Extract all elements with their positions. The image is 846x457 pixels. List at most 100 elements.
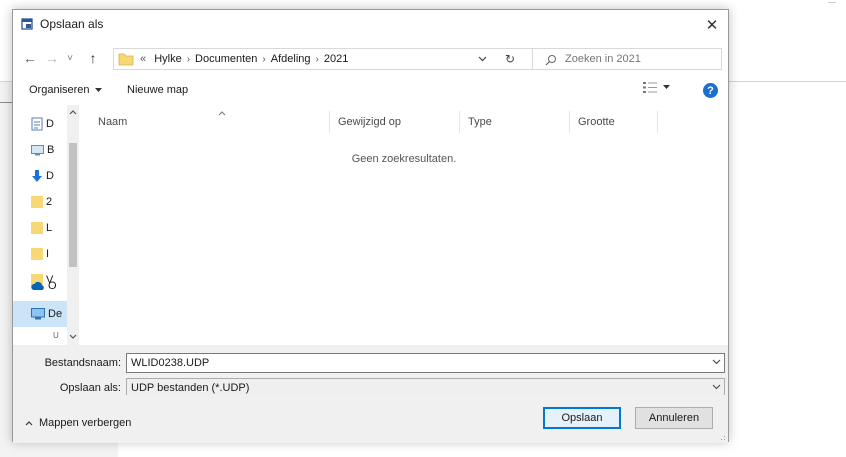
column-header-name[interactable]: Naam [90, 111, 330, 133]
recent-locations-button[interactable]: ˅ [63, 48, 77, 68]
navigation-scrollbar[interactable] [67, 105, 79, 345]
column-label: Grootte [578, 116, 615, 128]
folder-icon [118, 53, 134, 66]
save-button-label: Opslaan [561, 412, 603, 424]
caret-down-icon [94, 87, 102, 92]
nav-item-folder[interactable]: I [13, 241, 67, 267]
command-bar: Organiseren Nieuwe map ? [13, 77, 728, 105]
new-folder-label: Nieuwe map [127, 84, 189, 96]
back-button[interactable]: ← [21, 48, 39, 68]
nav-item-documents[interactable]: D [13, 111, 67, 137]
onedrive-icon [31, 281, 44, 290]
close-icon: ✕ [705, 16, 719, 34]
address-dropdown-button[interactable] [471, 48, 493, 70]
filename-input[interactable]: WLID0238.UDP [126, 353, 725, 373]
folder-icon [31, 196, 43, 208]
chevron-down-icon: ˅ [67, 52, 73, 64]
forward-button[interactable]: → [43, 48, 61, 68]
up-button[interactable]: ↑ [83, 48, 103, 68]
nav-item-label: B [47, 144, 55, 156]
refresh-icon: ↻ [504, 52, 516, 66]
column-label: Gewijzigd op [338, 116, 401, 128]
organize-label: Organiseren [29, 84, 90, 96]
breadcrumb-item[interactable]: 2021 [324, 53, 348, 65]
help-button[interactable]: ? [703, 83, 718, 98]
save-form: Bestandsnaam: WLID0238.UDP Opslaan als: … [13, 345, 728, 398]
search-placeholder: Zoeken in 2021 [565, 53, 641, 65]
cancel-button-label: Annuleren [648, 412, 700, 424]
nav-item-folder[interactable]: L [13, 215, 67, 241]
nav-item-label: D [46, 170, 54, 182]
breadcrumb-item[interactable]: Documenten [195, 53, 257, 65]
breadcrumb-separator-icon: › [186, 54, 191, 65]
column-header-type[interactable]: Type [460, 111, 570, 133]
nav-item-onedrive[interactable]: O [13, 273, 67, 299]
hide-folders-label: Mappen verbergen [39, 417, 132, 429]
scrollbar-thumb[interactable] [69, 143, 77, 267]
breadcrumb-item[interactable]: Afdeling [271, 53, 311, 65]
hide-folders-toggle[interactable]: Mappen verbergen [25, 417, 131, 429]
filetype-value: UDP bestanden (*.UDP) [131, 382, 250, 394]
dialog-footer: Mappen verbergen Opslaan Annuleren [13, 395, 728, 443]
nav-item-folder[interactable]: 2 [13, 189, 67, 215]
this-pc-icon [31, 308, 45, 320]
download-icon [32, 169, 42, 182]
nav-item-label: 2 [46, 196, 53, 208]
folder-icon [31, 222, 43, 234]
empty-results-message: Geen zoekresultaten. [351, 153, 457, 165]
cancel-button[interactable]: Annuleren [635, 407, 713, 429]
chevron-down-icon [69, 334, 77, 339]
chevron-down-icon [478, 56, 486, 62]
column-header-size[interactable]: Grootte [570, 111, 658, 133]
background-app-corner [828, 2, 836, 3]
refresh-button[interactable]: ↻ [499, 48, 521, 70]
document-icon [31, 117, 43, 131]
nav-item-label: I [46, 248, 50, 260]
details-view-icon [643, 82, 657, 93]
column-label: Type [468, 116, 492, 128]
scroll-down-button[interactable] [67, 331, 79, 341]
caret-down-icon [663, 85, 670, 89]
navigation-bar: ← → ˅ ↑ « Hylke › Documenten › Afdeling › 2021… [13, 39, 728, 77]
nav-item-label: De [48, 308, 63, 320]
filename-label: Bestandsnaam: [44, 357, 121, 369]
breadcrumb-item[interactable]: Hylke [154, 53, 182, 65]
new-folder-button[interactable]: Nieuwe map [127, 84, 188, 96]
change-view-button[interactable] [643, 82, 670, 93]
chevron-up-icon [25, 420, 33, 425]
navigation-pane: D B D 2 L I V O De U [13, 105, 79, 345]
nav-item-label: U [53, 330, 59, 340]
nav-item-downloads[interactable]: D [13, 163, 67, 189]
chevron-down-icon [712, 384, 721, 390]
filename-value: WLID0238.UDP [131, 357, 210, 369]
breadcrumb-overflow[interactable]: « [140, 53, 151, 65]
save-as-dialog: Opslaan als ✕ ← → ˅ ↑ « Hylke › Documenten… [12, 9, 729, 443]
breadcrumb-separator-icon: › [262, 54, 266, 65]
nav-item-label: L [46, 222, 53, 234]
folder-icon [31, 248, 43, 260]
chevron-down-icon[interactable] [712, 359, 721, 365]
search-icon [545, 55, 556, 66]
dialog-titlebar: Opslaan als ✕ [13, 10, 728, 39]
forward-arrow-icon: → [45, 50, 59, 66]
nav-item-label: D [46, 118, 54, 130]
save-button[interactable]: Opslaan [543, 407, 621, 429]
close-button[interactable]: ✕ [696, 10, 728, 39]
dialog-title: Opslaan als [40, 17, 104, 31]
resize-grip-icon[interactable] [718, 433, 726, 441]
nav-item-network[interactable]: U [13, 327, 67, 343]
breadcrumb: « Hylke › Documenten › Afdeling › 2021 [140, 53, 348, 65]
organize-button[interactable]: Organiseren [29, 84, 102, 96]
column-header-modified[interactable]: Gewijzigd op [330, 111, 460, 133]
save-dialog-icon [21, 18, 33, 30]
help-icon: ? [707, 84, 714, 97]
sort-ascending-icon [218, 111, 226, 116]
scroll-up-button[interactable] [67, 107, 79, 117]
file-list: Naam Gewijzigd op Type Grootte Geen zoek… [80, 105, 728, 345]
nav-item-desktop[interactable]: B [13, 137, 67, 163]
chevron-up-icon [69, 109, 77, 114]
nav-item-label: O [48, 280, 57, 292]
back-arrow-icon: ← [23, 50, 37, 66]
search-box[interactable]: Zoeken in 2021 [532, 48, 722, 70]
breadcrumb-separator-icon: › [315, 54, 319, 65]
